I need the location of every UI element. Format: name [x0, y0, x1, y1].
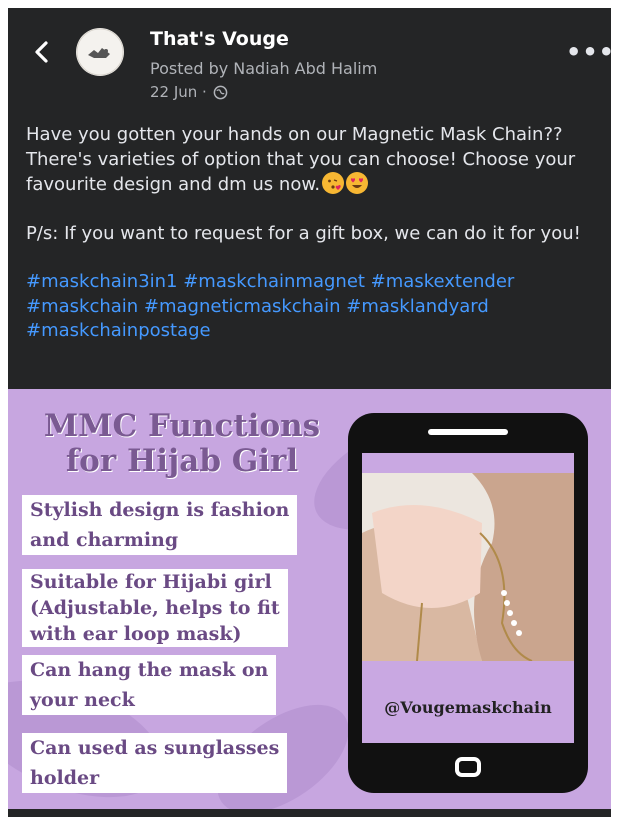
back-icon[interactable] [30, 40, 54, 64]
post-date[interactable]: 22 Jun · [150, 83, 207, 101]
post-paragraph-1: Have you gotten your hands on our Magnet… [26, 124, 576, 195]
page-name[interactable]: That's Vouge [150, 28, 289, 50]
globe-icon [213, 85, 228, 99]
feature-hijabi: Suitable for Hijabi girl (Adjustable, he… [22, 569, 288, 647]
phone-home-button [455, 757, 481, 777]
feature-stylish: Stylish design is fashion and charming [22, 495, 298, 555]
feature-hang-neck: Can hang the mask on your neck [22, 655, 277, 715]
more-options-icon[interactable]: ••• [566, 38, 611, 66]
promo-title: MMC Functions for Hijab Girl [43, 408, 321, 479]
feature-sunglasses: Can used as sunglasses holder [22, 733, 288, 793]
mask-chain-photo [362, 473, 574, 661]
phone-speaker [428, 429, 508, 435]
phone-screen: @Vougemaskchain [362, 453, 574, 743]
hashtag-list[interactable]: #maskchain3in1 #maskchainmagnet #maskext… [26, 270, 606, 344]
instagram-handle: @Vougemaskchain [384, 698, 552, 717]
post-body: Have you gotten your hands on our Magnet… [26, 123, 606, 344]
phone-graphic: @Vougemaskchain [348, 413, 588, 793]
smiling-face-with-heart-eyes-emoji [346, 172, 369, 194]
posted-by-label: Posted by Nadiah Abd Halim [150, 59, 378, 78]
page-avatar[interactable] [76, 28, 124, 76]
post-meta: 22 Jun · [150, 83, 228, 101]
post-paragraph-2: P/s: If you want to request for a gift b… [26, 222, 581, 244]
face-blowing-kiss-emoji [322, 172, 345, 194]
promo-image[interactable]: MMC Functions for Hijab Girl Stylish des… [8, 389, 611, 809]
post-view: That's Vouge Posted by Nadiah Abd Halim … [8, 8, 611, 817]
